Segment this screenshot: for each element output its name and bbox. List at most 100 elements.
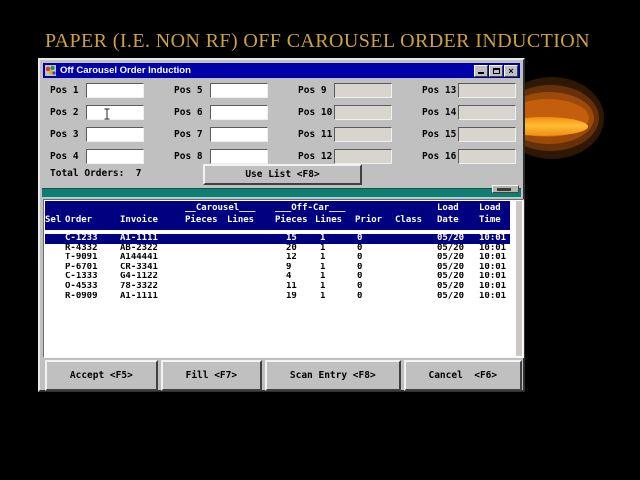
pos-label: Pos 14 — [420, 107, 458, 118]
header-class: Class — [395, 215, 437, 225]
cancel-button[interactable]: Cancel <F6> — [404, 360, 522, 391]
header-carousel-lines: Lines — [227, 215, 275, 225]
header-load-time-top: Load — [479, 203, 510, 213]
pos-field-group: Pos 9 — [296, 79, 420, 101]
pos-field-group: Pos 11 — [296, 123, 420, 145]
table-scrollbar[interactable] — [516, 201, 522, 356]
pos-field-group: Pos 15 — [420, 123, 523, 145]
table-header: __Carousel___ ___Off-Car___ Load Load Se… — [45, 201, 510, 230]
cell-car-pieces — [185, 292, 227, 302]
header-prior: Prior — [355, 215, 395, 225]
order-table-panel: __Carousel___ ___Off-Car___ Load Load Se… — [43, 199, 524, 358]
accept-button[interactable]: Accept <F5> — [45, 360, 158, 391]
pos-input[interactable] — [210, 105, 268, 120]
pos-label: Pos 10 — [296, 107, 334, 118]
cell-sel — [45, 272, 65, 282]
table-row[interactable]: C-1333G4-112241005/2010:01 — [45, 272, 510, 282]
cell-prior: 0 — [355, 244, 395, 254]
cell-off-pieces: 11 — [275, 282, 315, 292]
table-row[interactable]: C-1233A1-1111151005/2010:01 — [45, 234, 510, 244]
cell-prior: 0 — [355, 292, 395, 302]
pos-input[interactable] — [210, 127, 268, 142]
pos-label: Pos 1 — [48, 85, 86, 96]
cell-prior: 0 — [355, 253, 395, 263]
pos-input[interactable] — [86, 149, 144, 164]
header-invoice: Invoice — [120, 215, 185, 225]
pos-input[interactable] — [210, 83, 268, 98]
cell-invoice: 78-3322 — [120, 282, 185, 292]
cell-invoice: A144441 — [120, 253, 185, 263]
scan-entry-button[interactable]: Scan Entry <F8> — [265, 360, 401, 391]
close-icon: × — [508, 66, 513, 76]
cell-car-pieces — [185, 244, 227, 254]
cell-off-pieces: 15 — [275, 234, 315, 244]
table-row[interactable]: P-6701CR-334191005/2010:01 — [45, 263, 510, 273]
pos-label: Pos 11 — [296, 129, 334, 140]
cell-invoice: AB-2322 — [120, 244, 185, 254]
cell-order: T-9091 — [65, 253, 120, 263]
header-load-time: Time — [479, 215, 510, 225]
group-header-offcar: ___Off-Car___ — [275, 203, 355, 213]
cell-sel — [45, 292, 65, 302]
minimize-button[interactable] — [474, 65, 488, 77]
slide-title: PAPER (I.E. NON RF) OFF CAROUSEL ORDER I… — [45, 30, 605, 53]
cell-load-date: 05/20 — [437, 244, 479, 254]
text-cursor-ibeam — [103, 108, 111, 123]
cell-prior: 0 — [355, 272, 395, 282]
pos-label: Pos 12 — [296, 151, 334, 162]
cell-off-pieces: 4 — [275, 272, 315, 282]
cell-load-date: 05/20 — [437, 292, 479, 302]
pos-input — [334, 127, 392, 142]
pos-label: Pos 2 — [48, 107, 86, 118]
cell-off-pieces: 9 — [275, 263, 315, 273]
pos-field-group: Pos 7 — [172, 123, 296, 145]
pos-input — [334, 149, 392, 164]
window-titlebar[interactable]: Off Carousel Order Induction × — [43, 63, 520, 78]
table-row[interactable]: T-9091A144441121005/2010:01 — [45, 253, 510, 263]
cell-invoice: CR-3341 — [120, 263, 185, 273]
cell-car-lines — [227, 272, 275, 282]
app-window: Off Carousel Order Induction × Pos 1 Pos … — [38, 58, 525, 392]
maximize-icon — [493, 68, 500, 74]
cell-car-lines — [227, 234, 275, 244]
cell-car-lines — [227, 263, 275, 273]
fill-button[interactable]: Fill <F7> — [161, 360, 262, 391]
cell-load-time: 10:01 — [479, 234, 510, 244]
pos-label: Pos 16 — [420, 151, 458, 162]
table-row[interactable]: O-453378-3322111005/2010:01 — [45, 282, 510, 292]
cell-load-date: 05/20 — [437, 263, 479, 273]
pos-label: Pos 3 — [48, 129, 86, 140]
pos-input[interactable] — [86, 105, 144, 120]
maximize-button[interactable] — [489, 65, 503, 77]
pos-field-group: Pos 4 — [48, 145, 172, 167]
close-button[interactable]: × — [504, 65, 518, 77]
table-row[interactable]: R-4332AB-2322201005/2010:01 — [45, 244, 510, 254]
pos-label: Pos 5 — [172, 85, 210, 96]
cell-class — [395, 234, 437, 244]
cell-invoice: G4-1122 — [120, 272, 185, 282]
cell-invoice: A1-1111 — [120, 292, 185, 302]
pos-input[interactable] — [86, 127, 144, 142]
pos-input[interactable] — [86, 83, 144, 98]
table-row[interactable]: R-0909A1-1111191005/2010:01 — [45, 292, 510, 302]
table-group-header-row: __Carousel___ ___Off-Car___ Load Load — [45, 203, 510, 213]
cell-class — [395, 244, 437, 254]
table-body: C-1233A1-1111151005/2010:01R-4332AB-2322… — [45, 234, 510, 301]
app-icon — [45, 65, 56, 76]
use-list-button[interactable]: Use List <F8> — [203, 164, 362, 185]
cell-load-time: 10:01 — [479, 244, 510, 254]
cell-off-pieces: 12 — [275, 253, 315, 263]
pos-input[interactable] — [210, 149, 268, 164]
cell-invoice: A1-1111 — [120, 234, 185, 244]
pos-field-group: Pos 14 — [420, 101, 523, 123]
panel-grip-widget[interactable] — [492, 185, 519, 193]
cell-car-pieces — [185, 282, 227, 292]
cell-order: R-4332 — [65, 244, 120, 254]
cell-car-lines — [227, 244, 275, 254]
cell-load-date: 05/20 — [437, 234, 479, 244]
pos-label: Pos 6 — [172, 107, 210, 118]
pos-label: Pos 15 — [420, 129, 458, 140]
pos-field-group: Pos 3 — [48, 123, 172, 145]
cell-car-pieces — [185, 272, 227, 282]
pos-input — [458, 105, 516, 120]
